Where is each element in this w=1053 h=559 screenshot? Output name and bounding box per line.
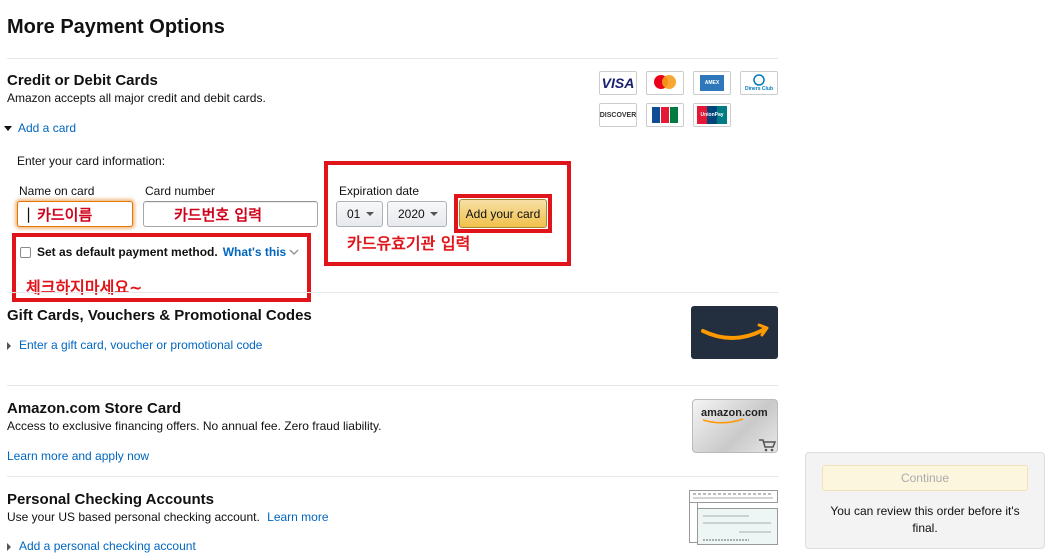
expiration-year-value: 2020 <box>398 207 425 221</box>
divider <box>7 292 778 293</box>
checkbox-annotation-note: 체크하지마세요~ <box>26 278 143 297</box>
unionpay-logo: UnionPay <box>693 103 731 127</box>
divider <box>7 385 778 386</box>
default-payment-label: Set as default payment method. <box>37 245 218 259</box>
credit-cards-description: Amazon accepts all major credit and debi… <box>7 91 266 105</box>
visa-logo: VISA <box>599 71 637 95</box>
order-review-note: You can review this order before it's fi… <box>830 504 1020 535</box>
name-on-card-value: 카드이름 <box>37 205 93 224</box>
amazon-smile-icon <box>701 323 769 341</box>
name-on-card-label: Name on card <box>19 184 95 198</box>
divider <box>7 58 778 59</box>
add-card-link[interactable]: Add a card <box>18 121 76 135</box>
store-card-description: Access to exclusive financing offers. No… <box>7 419 382 433</box>
cart-icon <box>702 418 777 452</box>
jcb-icon <box>652 107 678 123</box>
checking-title: Personal Checking Accounts <box>7 491 214 508</box>
amex-icon: AMEX <box>700 75 724 91</box>
store-card-image: amazon.com <box>692 399 778 453</box>
unionpay-icon: UnionPay <box>697 106 727 124</box>
card-number-input[interactable]: 카드번호 입력 <box>143 201 318 227</box>
check-image <box>689 490 778 547</box>
expiration-month-value: 01 <box>347 207 361 221</box>
mastercard-logo <box>646 71 684 95</box>
text-cursor: | <box>26 205 32 223</box>
chevron-down-icon <box>289 249 299 256</box>
whats-this-link[interactable]: What's this <box>223 245 287 259</box>
divider <box>7 476 778 477</box>
expiration-year-select[interactable]: 2020 <box>387 201 447 227</box>
checking-description-row: Use your US based personal checking acco… <box>7 510 329 524</box>
store-card-title: Amazon.com Store Card <box>7 400 182 417</box>
order-summary-panel: Continue You can review this order befor… <box>805 452 1045 549</box>
diners-club-logo: Diners Club <box>740 71 778 95</box>
continue-button[interactable]: Continue <box>822 465 1028 491</box>
expiration-month-select[interactable]: 01 <box>336 201 383 227</box>
bank-check-icon <box>689 490 778 545</box>
diners-club-icon <box>753 74 765 86</box>
card-number-value: 카드번호 입력 <box>174 205 263 224</box>
checking-learn-more-link[interactable]: Learn more <box>267 510 328 524</box>
expiration-date-label: Expiration date <box>339 184 420 198</box>
caret-right-icon <box>7 542 11 551</box>
discover-logo: DISCOVER <box>599 103 637 127</box>
amex-logo: AMEX <box>693 71 731 95</box>
chevron-down-icon <box>430 212 438 216</box>
credit-cards-title: Credit or Debit Cards <box>7 72 158 89</box>
store-card-link[interactable]: Learn more and apply now <box>7 449 149 463</box>
checking-description: Use your US based personal checking acco… <box>7 510 260 524</box>
diners-club-label: Diners Club <box>744 86 774 92</box>
default-payment-row: Set as default payment method. What's th… <box>20 245 299 259</box>
caret-right-icon <box>7 341 11 350</box>
amazon-gift-card-image <box>691 306 778 359</box>
card-number-label: Card number <box>145 184 216 198</box>
page-title: More Payment Options <box>7 16 225 38</box>
gift-card-toggle[interactable]: Enter a gift card, voucher or promotiona… <box>7 338 262 352</box>
mastercard-icon <box>654 75 676 89</box>
gift-card-link[interactable]: Enter a gift card, voucher or promotiona… <box>19 338 262 352</box>
checking-add-toggle[interactable]: Add a personal checking account <box>7 539 196 553</box>
default-payment-checkbox[interactable] <box>20 246 31 258</box>
name-on-card-input[interactable]: | 카드이름 <box>17 201 133 227</box>
expiration-annotation-note: 카드유효기관 입력 <box>347 234 471 253</box>
chevron-down-icon <box>366 212 374 216</box>
add-checking-link[interactable]: Add a personal checking account <box>19 539 196 553</box>
add-card-toggle[interactable]: Add a card <box>4 121 76 135</box>
gift-cards-title: Gift Cards, Vouchers & Promotional Codes <box>7 307 312 324</box>
jcb-logo <box>646 103 684 127</box>
add-your-card-button[interactable]: Add your card <box>459 199 547 228</box>
caret-down-icon <box>4 126 12 132</box>
card-form-intro: Enter your card information: <box>17 154 166 168</box>
